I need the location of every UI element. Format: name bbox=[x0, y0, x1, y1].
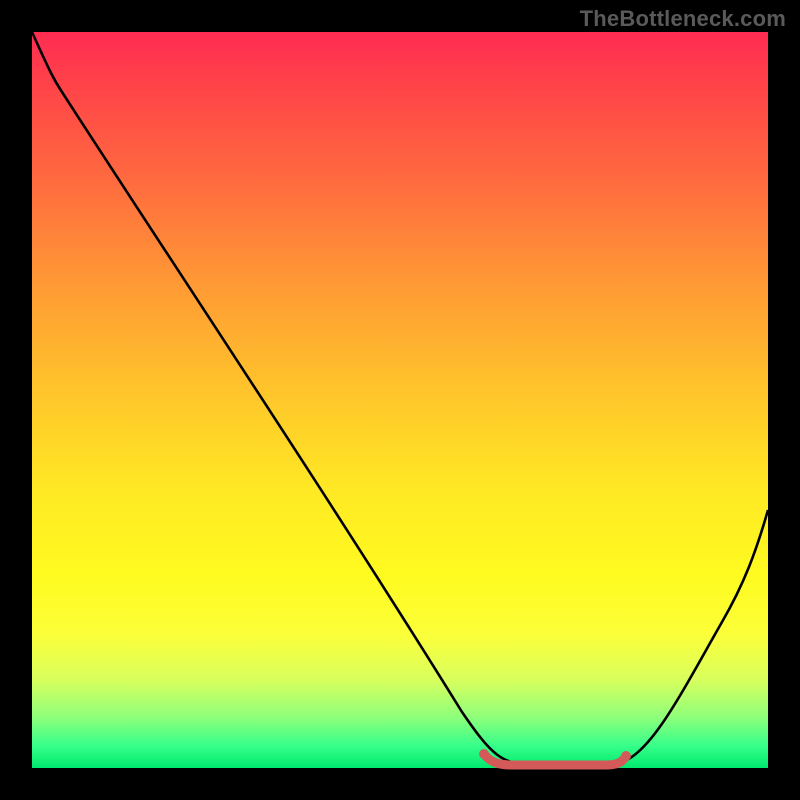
bottleneck-curve-path bbox=[32, 32, 768, 766]
chart-frame: TheBottleneck.com bbox=[0, 0, 800, 800]
curve-svg bbox=[32, 32, 768, 768]
plot-area bbox=[32, 32, 768, 768]
trough-marker-dot-left bbox=[479, 749, 489, 759]
watermark-text: TheBottleneck.com bbox=[580, 6, 786, 32]
trough-marker-dot-right bbox=[621, 751, 631, 761]
